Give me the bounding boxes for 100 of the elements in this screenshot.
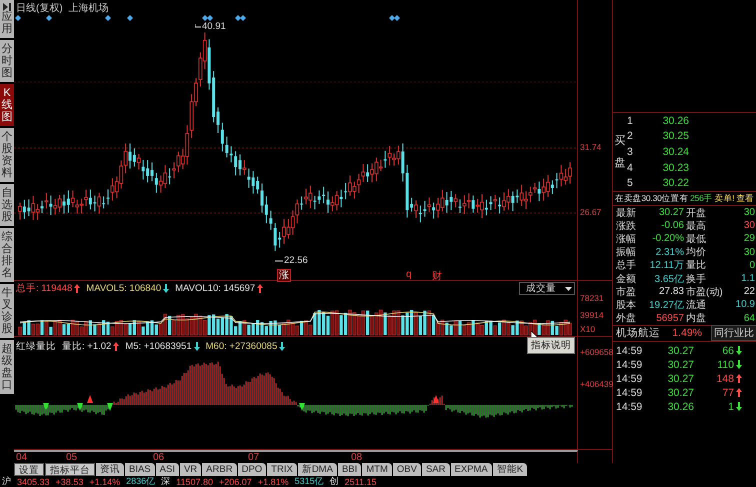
- toolbar-button[interactable]: 指标平台: [45, 463, 95, 476]
- indicator-tab[interactable]: ARBR: [202, 463, 237, 476]
- quote-label: 金额: [616, 272, 637, 286]
- axis-label: 78231: [580, 293, 604, 303]
- indicator-tab[interactable]: 新DMA: [298, 463, 337, 476]
- quote-label: 内盘: [685, 312, 707, 326]
- quote-value: -0.20%: [651, 233, 684, 244]
- indicator-tab[interactable]: TRIX: [267, 463, 297, 476]
- market-index-value: 沪: [2, 475, 11, 487]
- trade-volume: 66: [721, 344, 735, 357]
- quote-label: 最新: [616, 206, 637, 220]
- quote-label: 股本: [616, 298, 637, 312]
- quote-value: 64: [742, 312, 755, 324]
- quote-value: 22: [742, 286, 755, 298]
- market-index-value: 创: [330, 475, 339, 487]
- indicator-tab[interactable]: MTM: [362, 463, 392, 476]
- trade-volume: 1: [727, 400, 735, 413]
- high-price-label: 40.91: [202, 21, 226, 32]
- trade-price: 30.27: [666, 386, 694, 399]
- date-label: 06: [153, 452, 164, 463]
- metric-label: MAVOL10: 145697: [175, 283, 256, 294]
- trade-price: 30.27: [666, 372, 694, 385]
- bid-price: 30.24: [662, 146, 689, 158]
- indicator-tab[interactable]: SAR: [422, 463, 450, 476]
- trade-price: 30.27: [666, 344, 694, 357]
- level-number: 5: [627, 177, 634, 190]
- date-label: 04: [16, 452, 28, 463]
- trade-volume: 77: [721, 386, 735, 399]
- event-mark[interactable]: 财: [432, 269, 442, 283]
- indicator-tab[interactable]: ASI: [156, 463, 179, 476]
- market-index-value: 2511.15: [344, 476, 376, 486]
- market-index-value: 11507.80: [176, 476, 214, 486]
- trade-time: 14:59: [616, 358, 644, 371]
- trade-time: 14:59: [616, 400, 644, 413]
- quote-label: 市盈(动): [685, 286, 723, 299]
- quote-label: 均价: [685, 246, 707, 260]
- quote-label: 开盘: [685, 206, 707, 220]
- bid-price: 30.22: [662, 177, 689, 190]
- quote-value: -0.06: [660, 220, 684, 232]
- market-index-value: +1.81%: [258, 476, 289, 486]
- bid-price: 30.25: [662, 130, 689, 142]
- quote-label: 总手: [616, 258, 637, 272]
- quote-value: 29: [742, 233, 755, 244]
- trade-price: 30.27: [666, 358, 694, 371]
- quote-label: 外盘: [616, 312, 637, 326]
- bid-price: 30.23: [662, 162, 689, 174]
- market-index-value: 2836亿: [126, 475, 156, 487]
- sector-name: 机场航运: [615, 326, 661, 340]
- quote-label: 最低: [685, 232, 707, 246]
- market-index-value: +38.53: [56, 476, 84, 486]
- level-number: 2: [627, 130, 634, 142]
- indicator-tab[interactable]: 智能K: [492, 463, 528, 476]
- indicator-tab[interactable]: DPO: [238, 463, 266, 476]
- notice-link[interactable]: 卖单! 查看: [714, 192, 754, 204]
- indicator-tab[interactable]: BBI: [338, 463, 362, 476]
- sidebar-tab[interactable]: 超级盘口: [0, 340, 14, 394]
- stock-name: 上海机场: [68, 2, 109, 15]
- peer-compare-tab[interactable]: 同行业比: [711, 325, 756, 342]
- event-mark[interactable]: q: [406, 269, 412, 280]
- indicator-name: 红绿量比: [16, 340, 56, 353]
- metric-label: MAVOL5: 106840: [86, 283, 162, 294]
- sidebar-tab[interactable]: 自选股: [0, 184, 14, 226]
- quote-label: 振幅: [616, 246, 637, 260]
- axis-label: +406439: [580, 379, 614, 389]
- metric-label: M5: +10683951: [125, 341, 192, 352]
- indicator-tab[interactable]: EXPMA: [450, 463, 492, 476]
- date-label: 07: [248, 452, 260, 463]
- sidebar-tab[interactable]: 牛叉诊股: [0, 284, 14, 338]
- sidebar-tab[interactable]: 分时图: [0, 40, 14, 82]
- quote-value: 0: [748, 260, 755, 271]
- quote-label: 换手: [685, 272, 707, 286]
- sidebar-tab[interactable]: 应用: [0, 0, 14, 38]
- indicator-dropdown[interactable]: 成交量: [519, 282, 575, 295]
- quote-label: 涨跌: [616, 220, 637, 233]
- quote-label: 流通: [685, 298, 707, 312]
- trade-volume: 110: [716, 358, 735, 371]
- quote-label: 市盈: [616, 286, 637, 299]
- side-label: 买盘: [614, 134, 626, 171]
- toolbar-button[interactable]: 设置: [14, 463, 44, 476]
- indicator-tab[interactable]: 资讯: [96, 463, 124, 476]
- quote-value: 30: [742, 246, 755, 258]
- sector-change: 1.49%: [671, 327, 702, 340]
- sidebar-tab[interactable]: K线图: [0, 84, 14, 126]
- sidebar-tab[interactable]: 个股资料: [0, 128, 14, 182]
- indicator-tab[interactable]: BIAS: [125, 463, 155, 476]
- trade-time: 14:59: [616, 386, 644, 399]
- trade-time: 14:59: [616, 344, 644, 357]
- sidebar-tab[interactable]: 综合排名: [0, 228, 14, 282]
- quote-label: 量比: [685, 258, 707, 272]
- market-index-value: +1.14%: [89, 476, 120, 486]
- metric-label: 量比: +1.02: [62, 340, 112, 353]
- trade-volume: 148: [715, 372, 735, 385]
- quote-value: 3.65亿: [654, 272, 684, 286]
- date-label: 08: [351, 452, 362, 463]
- date-label: 05: [66, 452, 78, 463]
- indicator-tab[interactable]: OBV: [392, 463, 421, 476]
- quote-value: 10.9: [734, 299, 755, 310]
- event-mark[interactable]: 涨: [277, 269, 291, 282]
- indicator-tab[interactable]: VR: [180, 463, 202, 476]
- notice-lots: 256手: [690, 192, 712, 204]
